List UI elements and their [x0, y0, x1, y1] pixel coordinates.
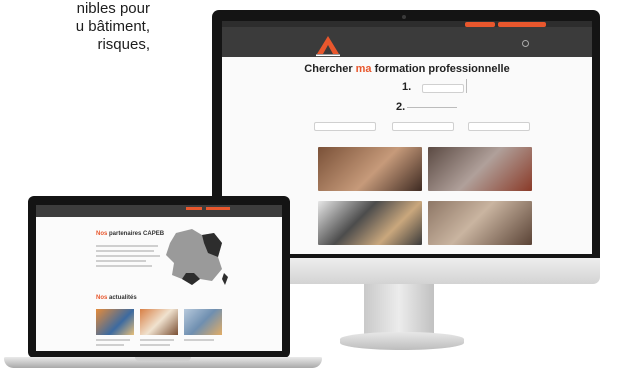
news-image[interactable] [96, 309, 134, 335]
news-title: Nos actualités [96, 295, 137, 301]
text-line [96, 265, 152, 267]
step-2-hint [407, 107, 457, 108]
top-button[interactable] [186, 207, 202, 210]
training-card[interactable] [428, 147, 532, 191]
monitor-camera [402, 15, 406, 19]
training-card[interactable] [318, 201, 422, 245]
laptop-navbar [36, 205, 282, 217]
news-image[interactable] [184, 309, 222, 335]
training-card[interactable] [318, 147, 422, 191]
filter-field[interactable] [392, 122, 454, 131]
intro-text: nibles pour u bâtiment, risques, [0, 0, 150, 54]
monitor-stand-foot [340, 332, 464, 350]
france-map-icon[interactable] [162, 227, 230, 289]
laptop-screen: Nos partenaires CAPEB Nos actualités [36, 205, 282, 351]
top-button[interactable] [206, 207, 230, 210]
news-image[interactable] [140, 309, 178, 335]
text-line [96, 255, 160, 257]
search-icon[interactable] [522, 40, 529, 47]
filter-field[interactable] [314, 122, 376, 131]
text-line [96, 245, 158, 247]
filter-field[interactable] [468, 122, 530, 131]
news-caption [140, 339, 174, 341]
site-navbar [222, 27, 592, 57]
intro-line: u bâtiment, [75, 18, 150, 35]
text-line [96, 260, 146, 262]
partners-title: Nos partenaires CAPEB [96, 231, 165, 237]
step-2: 2. [396, 101, 406, 113]
page-title: Chercher ma formation professionnelle [304, 63, 510, 75]
news-caption [184, 339, 214, 341]
intro-line: risques, [97, 36, 150, 53]
training-card[interactable] [428, 201, 532, 245]
divider [466, 79, 467, 93]
domain-select[interactable] [422, 84, 464, 93]
news-caption [96, 344, 124, 346]
text-line [96, 250, 154, 252]
capeb-logo-icon[interactable] [314, 35, 342, 57]
news-caption [140, 344, 170, 346]
intro-line: nibles pour [76, 0, 150, 17]
laptop-notch [135, 357, 191, 361]
monitor-stand-neck [364, 284, 434, 336]
step-1: 1. [402, 81, 412, 93]
news-caption [96, 339, 130, 341]
